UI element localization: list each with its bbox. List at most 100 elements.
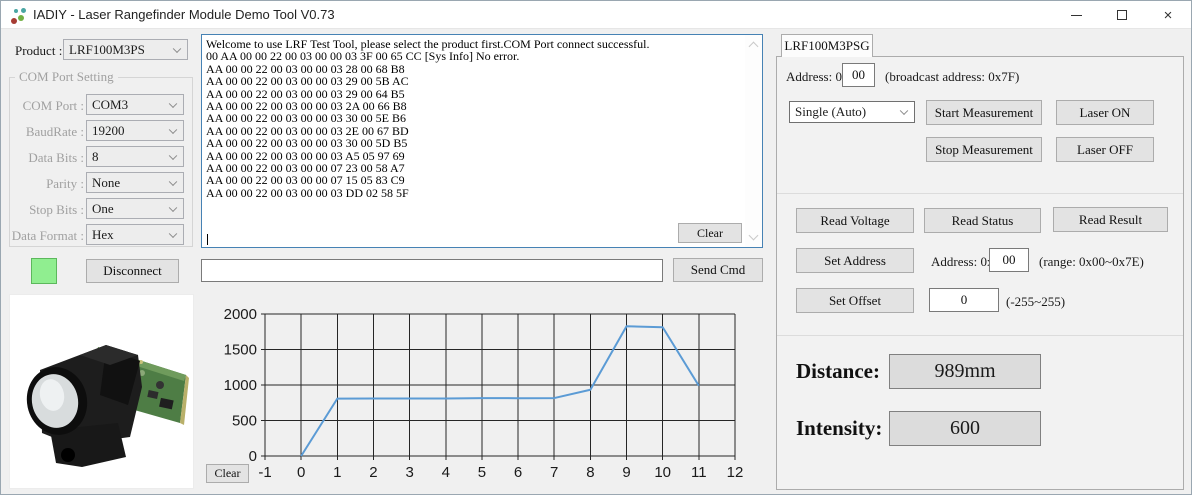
svg-text:1500: 1500 (224, 342, 257, 359)
measure-mode-value: Single (Auto) (795, 104, 866, 120)
dataformat-select[interactable]: Hex (86, 224, 184, 245)
intensity-label: Intensity: (796, 416, 882, 441)
dataformat-value: Hex (92, 227, 114, 243)
svg-text:2000: 2000 (224, 306, 257, 323)
read-status-button[interactable]: Read Status (924, 208, 1041, 233)
log-clear-button[interactable]: Clear (678, 223, 742, 243)
close-icon: × (1164, 8, 1173, 23)
svg-text:0: 0 (249, 448, 257, 465)
close-button[interactable]: × (1145, 1, 1191, 29)
product-value: LRF100M3PS (69, 42, 145, 58)
com-port-value: COM3 (92, 97, 128, 113)
minimize-button[interactable] (1053, 1, 1099, 29)
svg-text:1000: 1000 (224, 377, 257, 394)
distance-label: Distance: (796, 359, 880, 384)
baudrate-label: BaudRate : (9, 124, 84, 140)
com-port-setting-title: COM Port Setting (15, 69, 118, 85)
svg-text:12: 12 (727, 464, 744, 481)
set-address-input[interactable] (989, 248, 1029, 272)
offset-input[interactable] (929, 288, 999, 312)
connection-status-indicator (31, 258, 57, 284)
stopbits-value: One (92, 201, 114, 217)
chevron-down-icon (169, 125, 177, 133)
read-voltage-button[interactable]: Read Voltage (796, 208, 914, 233)
set-address-prefix-label: Address: 0x (931, 254, 993, 270)
svg-text:2: 2 (369, 464, 377, 481)
send-cmd-button[interactable]: Send Cmd (673, 258, 763, 282)
databits-select[interactable]: 8 (86, 146, 184, 167)
read-result-button[interactable]: Read Result (1053, 207, 1168, 232)
product-select[interactable]: LRF100M3PS (63, 39, 188, 60)
svg-text:4: 4 (442, 464, 450, 481)
databits-value: 8 (92, 149, 99, 165)
scroll-up-icon[interactable] (749, 42, 759, 52)
chevron-down-icon (900, 107, 908, 115)
svg-text:8: 8 (586, 464, 594, 481)
svg-text:7: 7 (550, 464, 558, 481)
chart-clear-button[interactable]: Clear (206, 464, 249, 483)
laser-off-button[interactable]: Laser OFF (1056, 137, 1154, 162)
distance-chart: -101234567891011120500100015002000 (196, 299, 771, 494)
laser-on-button[interactable]: Laser ON (1056, 100, 1154, 125)
address-range-note: (range: 0x00~0x7E) (1039, 254, 1144, 270)
svg-text:9: 9 (622, 464, 630, 481)
set-offset-button[interactable]: Set Offset (796, 288, 914, 313)
chevron-down-icon (173, 44, 181, 52)
svg-text:5: 5 (478, 464, 486, 481)
svg-text:11: 11 (691, 464, 707, 481)
baudrate-select[interactable]: 19200 (86, 120, 184, 141)
minimize-icon (1071, 15, 1082, 16)
distance-value: 989mm (889, 354, 1041, 389)
app-logo-icon (10, 7, 27, 24)
svg-text:3: 3 (405, 464, 413, 481)
svg-text:10: 10 (654, 464, 671, 481)
scroll-down-icon[interactable] (749, 231, 759, 241)
log-scrollbar[interactable] (745, 35, 762, 247)
parity-label: Parity : (9, 176, 84, 192)
chevron-down-icon (169, 229, 177, 237)
chevron-down-icon (169, 177, 177, 185)
svg-text:500: 500 (232, 413, 257, 430)
maximize-button[interactable] (1099, 1, 1145, 29)
command-input[interactable] (201, 259, 663, 282)
parity-select[interactable]: None (86, 172, 184, 193)
svg-text:1: 1 (333, 464, 341, 481)
address-input[interactable] (842, 63, 875, 87)
stopbits-select[interactable]: One (86, 198, 184, 219)
set-address-button[interactable]: Set Address (796, 248, 914, 273)
start-measurement-button[interactable]: Start Measurement (926, 100, 1042, 125)
section-divider (777, 193, 1183, 194)
stopbits-label: Stop Bits : (9, 202, 84, 218)
log-text: Welcome to use LRF Test Tool, please sel… (206, 38, 742, 245)
svg-text:0: 0 (297, 464, 305, 481)
disconnect-button[interactable]: Disconnect (86, 259, 179, 283)
dataformat-label: Data Format : (9, 228, 84, 244)
parity-value: None (92, 175, 120, 191)
chevron-down-icon (169, 99, 177, 107)
log-output[interactable]: Welcome to use LRF Test Tool, please sel… (201, 34, 763, 248)
chevron-down-icon (169, 203, 177, 211)
offset-range-note: (-255~255) (1006, 294, 1065, 310)
databits-label: Data Bits : (9, 150, 84, 166)
broadcast-note: (broadcast address: 0x7F) (885, 69, 1019, 85)
rangefinder-module-image (10, 295, 193, 488)
intensity-value: 600 (889, 411, 1041, 446)
section-divider (777, 335, 1183, 336)
measure-mode-select[interactable]: Single (Auto) (789, 101, 915, 123)
title-bar: IADIY - Laser Rangefinder Module Demo To… (1, 1, 1191, 29)
window-title: IADIY - Laser Rangefinder Module Demo To… (33, 7, 335, 22)
baudrate-value: 19200 (92, 123, 125, 139)
app-window: IADIY - Laser Rangefinder Module Demo To… (0, 0, 1192, 495)
svg-text:6: 6 (514, 464, 522, 481)
address-prefix-label: Address: 0x (786, 69, 848, 85)
product-photo (9, 294, 194, 489)
product-label: Product : (15, 43, 62, 59)
maximize-icon (1117, 10, 1127, 20)
com-port-select[interactable]: COM3 (86, 94, 184, 115)
com-port-label: COM Port : (9, 98, 84, 114)
stop-measurement-button[interactable]: Stop Measurement (926, 137, 1042, 162)
svg-text:-1: -1 (258, 464, 271, 481)
tab-lrf100m3psg[interactable]: LRF100M3PSG (781, 34, 873, 57)
chevron-down-icon (169, 151, 177, 159)
text-caret (207, 234, 208, 245)
